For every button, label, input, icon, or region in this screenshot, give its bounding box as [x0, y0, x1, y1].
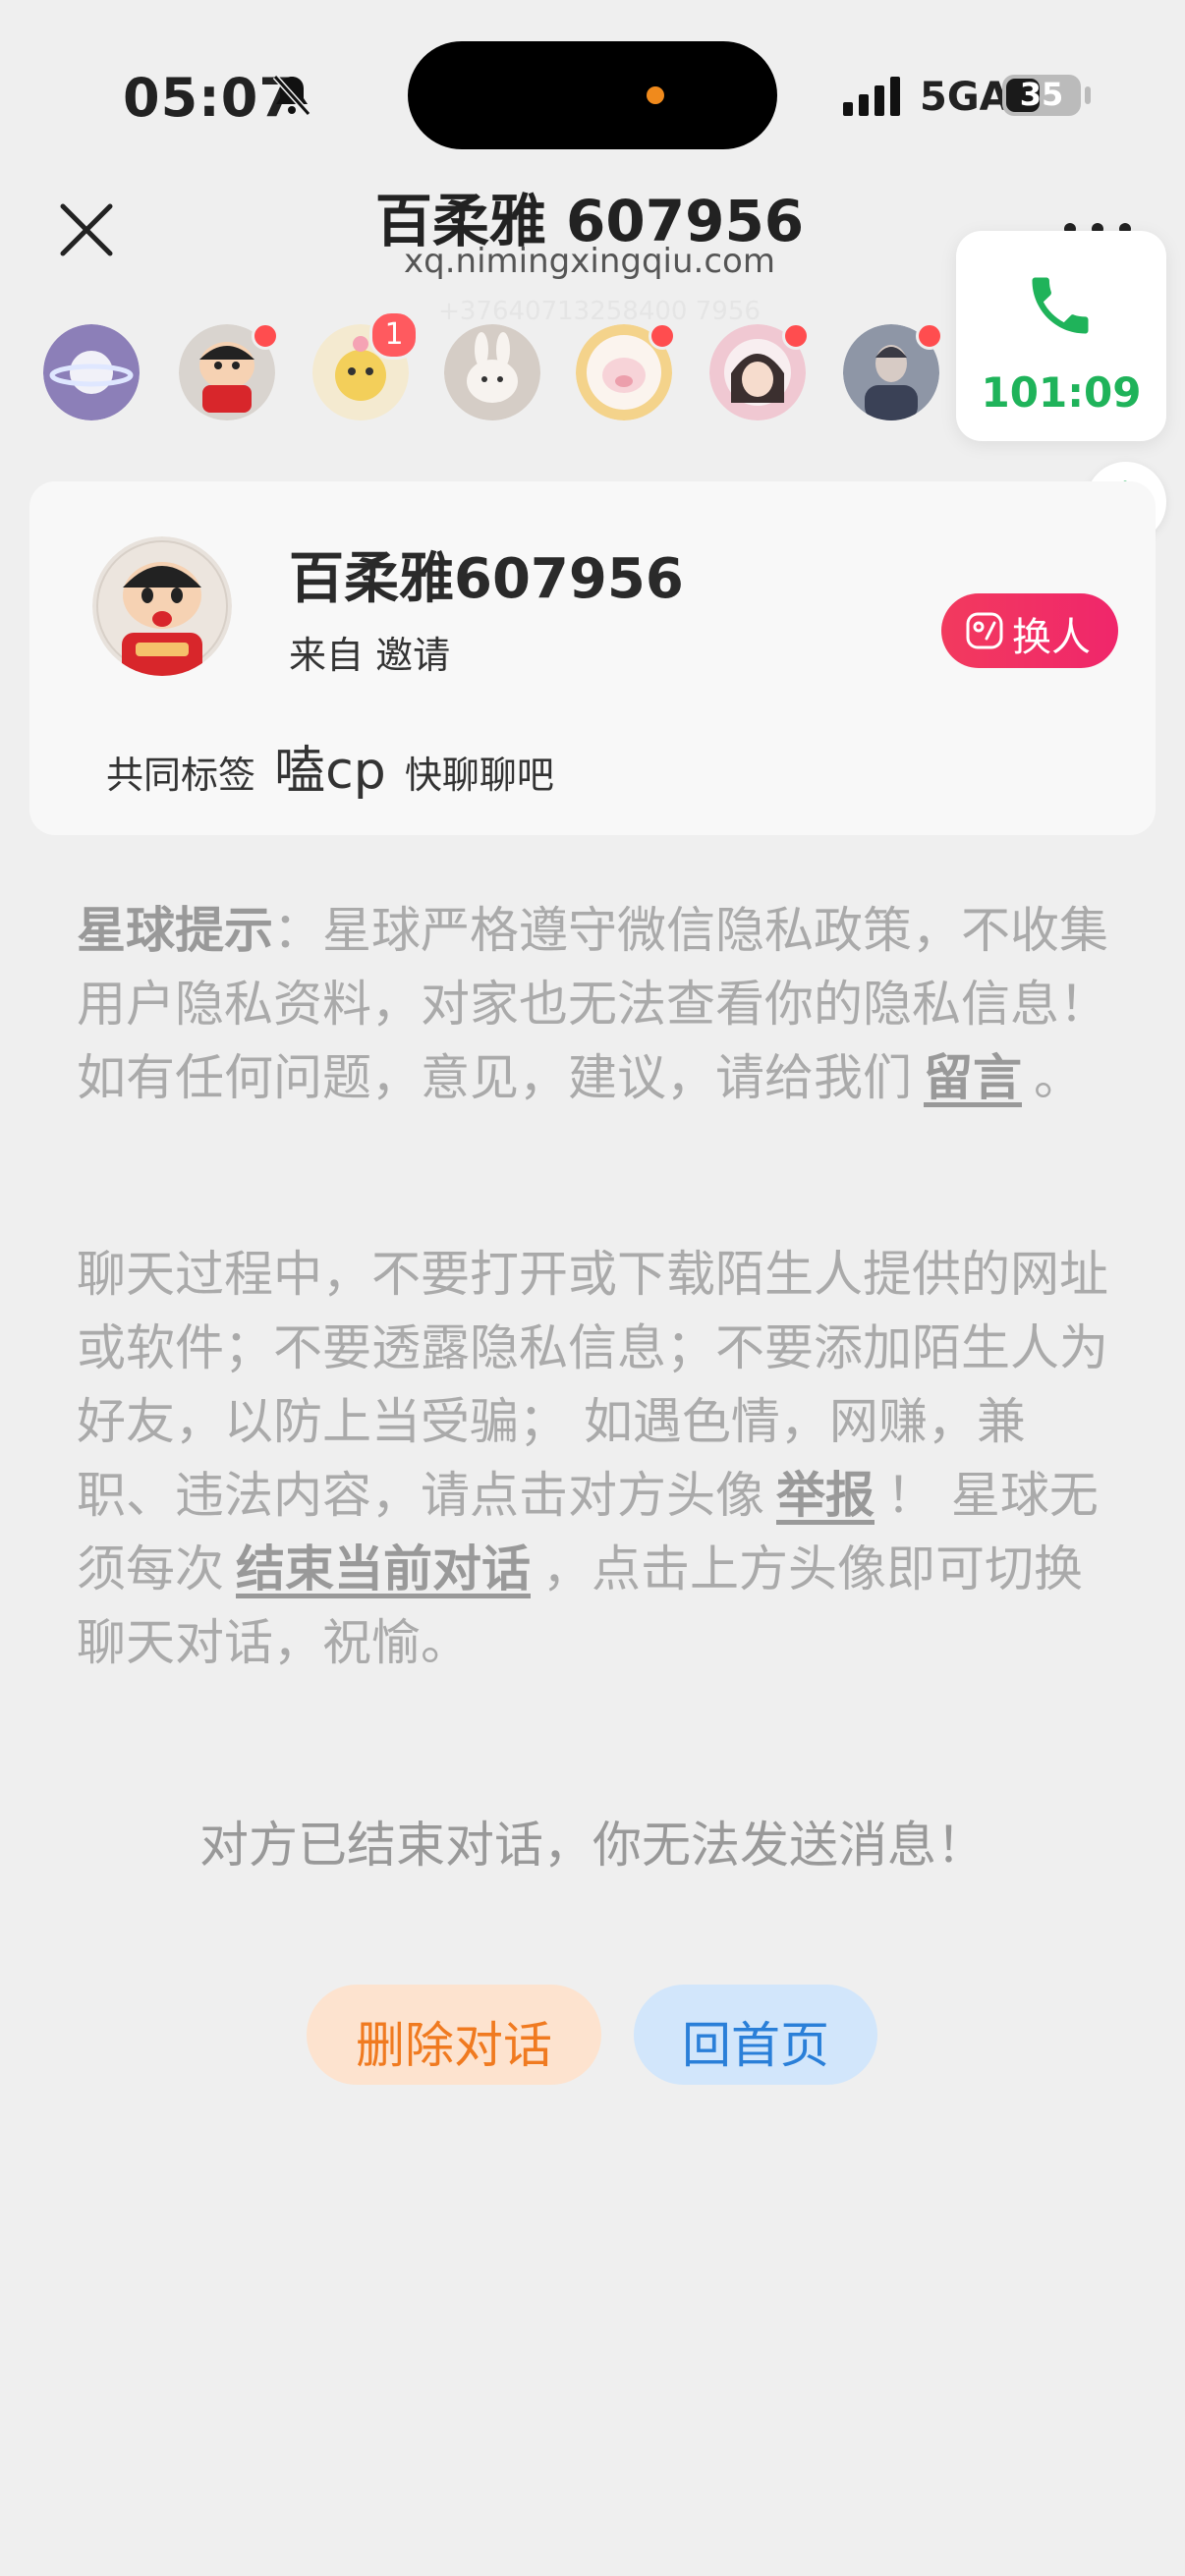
profile-card: 百柔雅607956 来自 邀请 换人 共同标签 嗑cp 快聊聊吧 — [29, 481, 1156, 835]
tag-item: 嗑cp — [274, 742, 386, 801]
common-tags: 共同标签 嗑cp 快聊聊吧 — [106, 729, 554, 801]
signal-icon — [843, 77, 900, 116]
avatar-person[interactable] — [843, 322, 943, 420]
avatar-crayon-boy[interactable] — [179, 322, 279, 420]
privacy-notice: 星球提示：星球严格遵守微信隐私政策，不收集用户隐私资料，对家也无法查看你的隐私信… — [77, 894, 1108, 1115]
watermark-text: +37640713258400 7956 — [438, 297, 761, 326]
battery-percent: 35 — [1019, 76, 1064, 113]
delete-conversation-label: 删除对话 — [356, 2017, 552, 2074]
unread-dot — [782, 322, 810, 350]
mic-indicator-icon — [647, 86, 664, 104]
profile-name: 百柔雅607956 — [289, 547, 684, 611]
report-link[interactable]: 举报 — [764, 1467, 886, 1524]
notice-heading: 星球提示 — [77, 902, 273, 959]
switch-person-label: 换人 — [1012, 615, 1091, 660]
switch-person-button[interactable]: 换人 — [941, 593, 1118, 668]
conversation-ended-message: 对方已结束对话，你无法发送消息！ — [199, 1817, 986, 1874]
battery-cap — [1085, 86, 1091, 104]
notice-end: 。 — [1034, 1049, 1083, 1106]
close-icon[interactable] — [57, 200, 116, 259]
tag-item: 快聊聊吧 — [404, 754, 554, 797]
home-label: 回首页 — [682, 2017, 829, 2074]
unread-dot — [649, 322, 676, 350]
unread-dot — [252, 322, 279, 350]
home-button[interactable]: 回首页 — [634, 1985, 877, 2085]
phone-icon — [1032, 277, 1089, 334]
unread-badge: 1 — [369, 310, 419, 360]
tags-label: 共同标签 — [106, 754, 256, 797]
avatar-girl-cat-ears[interactable] — [709, 322, 810, 420]
feedback-link[interactable]: 留言 — [912, 1049, 1034, 1106]
network-type: 5GA — [920, 75, 1010, 120]
profile-source: 来自 邀请 — [289, 634, 451, 677]
dynamic-island — [408, 41, 777, 149]
profile-avatar[interactable] — [92, 536, 232, 676]
switch-icon — [966, 612, 1003, 649]
page-subtitle: xq.nimingxingqiu.com — [404, 242, 775, 281]
end-conversation-link[interactable]: 结束当前对话 — [224, 1540, 542, 1597]
avatar-rabbit[interactable] — [444, 324, 540, 420]
safety-notice: 聊天过程中，不要打开或下载陌生人提供的网址或软件；不要透露隐私信息；不要添加陌生… — [77, 1238, 1108, 1680]
unread-dot — [916, 322, 943, 350]
bell-muted-icon — [272, 74, 311, 117]
voice-call-card[interactable]: 101:09 — [956, 231, 1166, 441]
planet-avatar[interactable] — [43, 324, 140, 420]
battery-charging-icon: 35 — [1002, 75, 1081, 116]
avatar-yellow-character[interactable]: 1 — [312, 310, 419, 420]
delete-conversation-button[interactable]: 删除对话 — [307, 1985, 601, 2085]
call-timer: 101:09 — [981, 368, 1142, 417]
avatar-pig[interactable] — [576, 322, 676, 420]
